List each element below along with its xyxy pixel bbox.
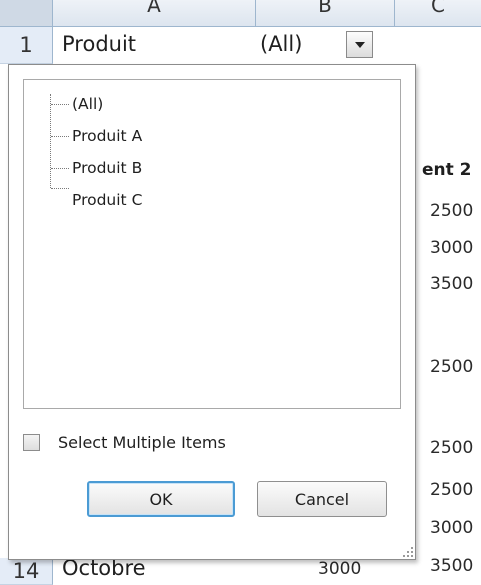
chevron-down-icon bbox=[354, 41, 365, 48]
filter-item-produit-a[interactable]: Produit A bbox=[72, 126, 142, 146]
cell-value[interactable]: 3500 bbox=[430, 556, 473, 576]
row-header-1[interactable]: 1 bbox=[0, 27, 53, 64]
cancel-button[interactable]: Cancel bbox=[257, 481, 387, 517]
filter-item-produit-b[interactable]: Produit B bbox=[72, 158, 142, 178]
filter-dropdown-button[interactable] bbox=[346, 31, 373, 58]
column-header-a[interactable]: A bbox=[53, 0, 256, 26]
select-multiple-label: Select Multiple Items bbox=[58, 432, 226, 452]
column-header-row: A B C bbox=[0, 0, 481, 27]
select-multiple-checkbox[interactable] bbox=[23, 433, 40, 451]
ok-button[interactable]: OK bbox=[87, 481, 235, 517]
tree-connector bbox=[51, 136, 69, 137]
resize-grip-icon[interactable] bbox=[401, 545, 413, 557]
cell-value[interactable]: 2500 bbox=[430, 480, 473, 500]
cell-b1[interactable]: (All) bbox=[260, 32, 302, 56]
cell-value[interactable]: 2500 bbox=[430, 201, 473, 221]
select-all-corner[interactable] bbox=[0, 0, 53, 26]
cell-value[interactable]: 3000 bbox=[430, 518, 473, 538]
filter-item-produit-c[interactable]: Produit C bbox=[72, 190, 142, 210]
filter-dropdown-panel: (All) Produit A Produit B Produit C Sele… bbox=[8, 64, 416, 560]
tree-connector bbox=[51, 104, 69, 105]
cell-column-header-partial[interactable]: ent 2 bbox=[422, 160, 472, 180]
column-header-b[interactable]: B bbox=[256, 0, 395, 26]
cell-b14[interactable]: 3000 bbox=[318, 559, 361, 579]
row-header-14[interactable]: 14 bbox=[0, 558, 53, 585]
cell-value[interactable]: 2500 bbox=[430, 438, 473, 458]
column-header-c[interactable]: C bbox=[395, 0, 481, 26]
cell-value[interactable]: 3500 bbox=[430, 274, 473, 294]
select-multiple-row[interactable]: Select Multiple Items bbox=[23, 431, 226, 453]
tree-connector bbox=[51, 168, 69, 169]
filter-item-all[interactable]: (All) bbox=[72, 94, 103, 114]
cell-a1[interactable]: Produit bbox=[62, 32, 136, 56]
cell-value[interactable]: 3000 bbox=[430, 238, 473, 258]
tree-connector bbox=[51, 188, 69, 189]
filter-item-tree[interactable]: (All) Produit A Produit B Produit C bbox=[23, 79, 401, 409]
cell-value[interactable]: 2500 bbox=[430, 357, 473, 377]
tree-connector-line bbox=[50, 94, 51, 188]
